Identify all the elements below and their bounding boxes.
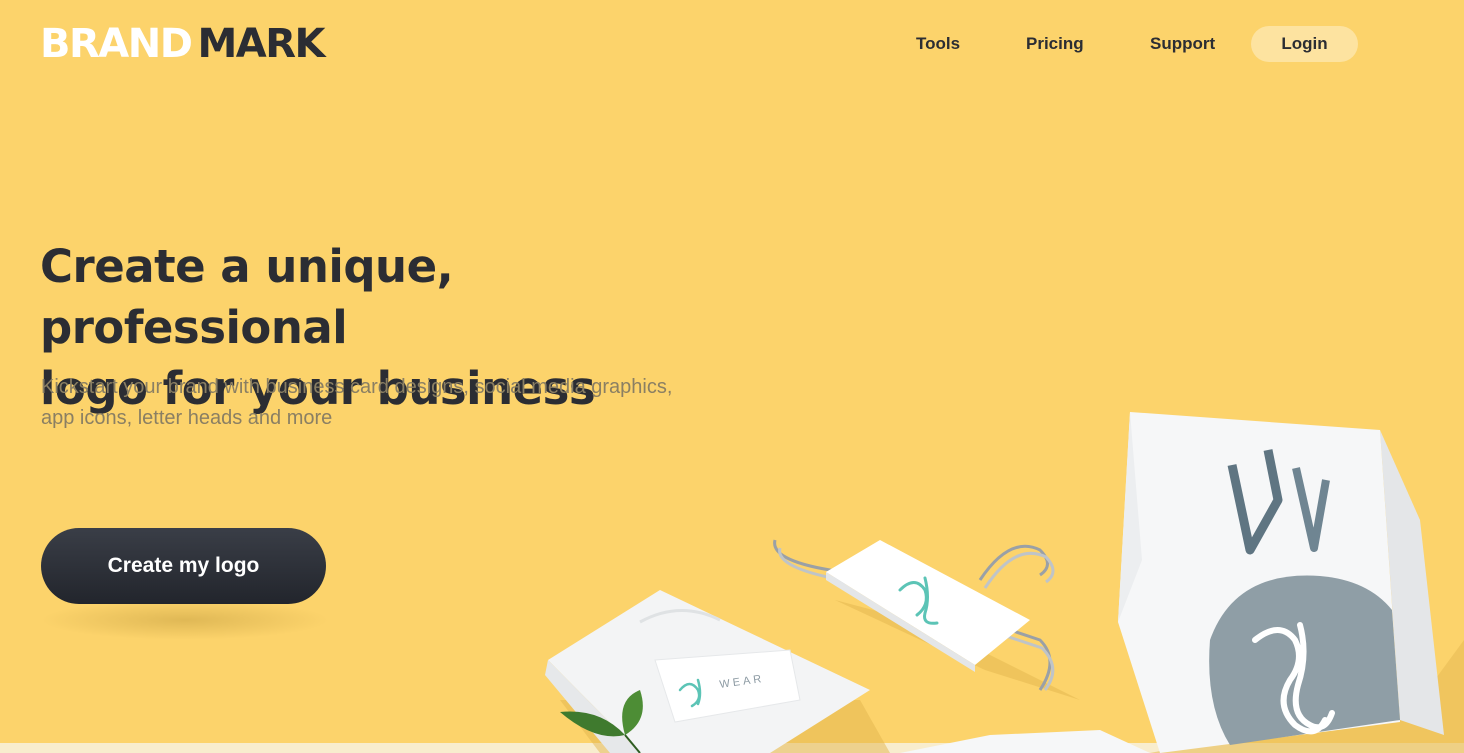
hero-subtitle-line-2: app icons, letter heads and more [41,407,333,429]
shopping-bag [1118,412,1464,753]
login-button[interactable]: Login [1251,26,1358,62]
logo-mark-text: MARK [197,21,325,67]
partial-paper [900,730,1150,753]
nav-support-link[interactable]: Support [1150,26,1215,62]
brand-logo[interactable]: BRAND MARK [40,21,325,67]
nav-tools-link[interactable]: Tools [916,26,960,62]
logo-brand-text: BRAND [40,21,193,67]
cta-shadow [40,600,330,640]
hero-title-line-1: Create a unique, professional [40,240,454,354]
create-logo-button[interactable]: Create my logo [41,528,326,604]
nav-pricing-link[interactable]: Pricing [1026,26,1084,62]
merchandise-illustration: WEAR [545,412,1464,753]
